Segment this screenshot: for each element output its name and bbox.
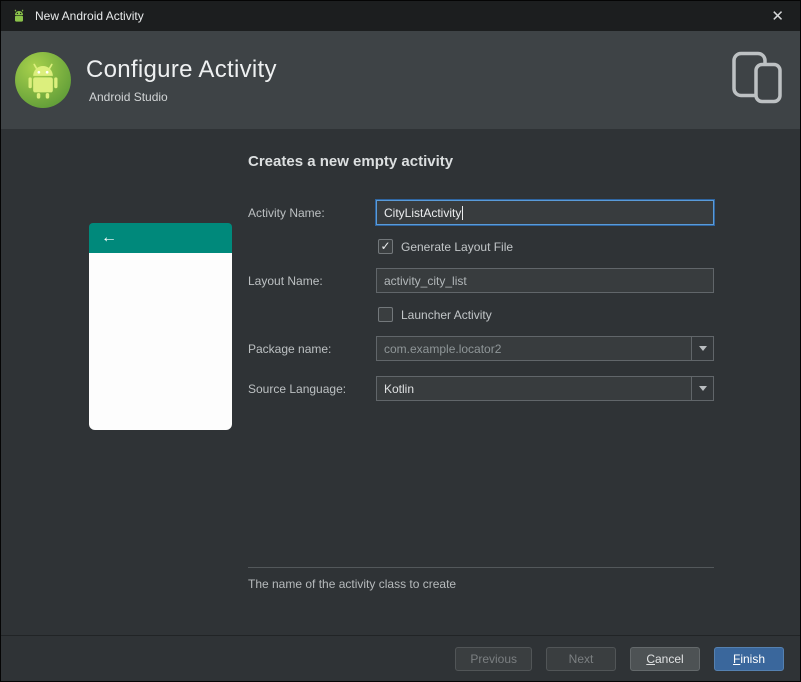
package-name-combobox[interactable]: com.example.locator2 xyxy=(376,336,714,361)
activity-name-input[interactable]: CityListActivity xyxy=(376,200,714,225)
device-preview-icon xyxy=(730,51,784,110)
field-help-text: The name of the activity class to create xyxy=(248,577,457,591)
check-icon: ✓ xyxy=(380,239,391,253)
generate-layout-row: ✓ Generate Layout File xyxy=(378,239,513,254)
back-arrow-icon: ← xyxy=(101,229,117,246)
launcher-activity-row: Launcher Activity xyxy=(378,307,492,322)
header-text: Configure Activity Android Studio xyxy=(86,56,277,104)
previous-button[interactable]: Previous xyxy=(455,646,532,671)
close-icon[interactable]: ✕ xyxy=(765,7,790,26)
activity-name-label: Activity Name: xyxy=(248,206,325,220)
finish-button[interactable]: Finish xyxy=(714,646,784,671)
source-language-dropdown[interactable]: Kotlin xyxy=(376,376,714,401)
activity-preview: ← xyxy=(89,223,232,430)
divider xyxy=(248,567,714,568)
wizard-subtitle: Android Studio xyxy=(89,90,168,104)
window-title: New Android Activity xyxy=(35,9,144,23)
launcher-activity-checkbox[interactable] xyxy=(378,307,393,322)
wizard-header: Configure Activity Android Studio xyxy=(1,31,800,129)
text-caret xyxy=(462,205,464,220)
generate-layout-checkbox[interactable]: ✓ xyxy=(378,239,393,254)
layout-name-input[interactable]: activity_city_list xyxy=(376,268,714,293)
package-name-label: Package name: xyxy=(248,342,332,356)
wizard-title: Configure Activity xyxy=(86,56,277,83)
chevron-down-icon[interactable] xyxy=(691,377,713,400)
source-language-label: Source Language: xyxy=(248,382,347,396)
preview-body xyxy=(89,253,232,430)
generate-layout-label: Generate Layout File xyxy=(401,239,514,254)
android-icon xyxy=(11,8,27,24)
next-button[interactable]: Next xyxy=(546,646,616,671)
android-studio-logo-icon xyxy=(14,51,72,109)
chevron-down-icon[interactable] xyxy=(691,337,713,360)
title-bar: New Android Activity ✕ xyxy=(1,1,800,31)
preview-appbar: ← xyxy=(89,223,232,253)
new-android-activity-dialog: New Android Activity ✕ Configure Activit… xyxy=(0,0,801,682)
launcher-activity-label: Launcher Activity xyxy=(401,307,492,322)
layout-name-label: Layout Name: xyxy=(248,274,323,288)
dialog-heading: Creates a new empty activity xyxy=(248,153,454,170)
footer-button-bar: Previous Next Cancel Finish xyxy=(1,635,800,681)
cancel-button[interactable]: Cancel xyxy=(630,646,700,671)
